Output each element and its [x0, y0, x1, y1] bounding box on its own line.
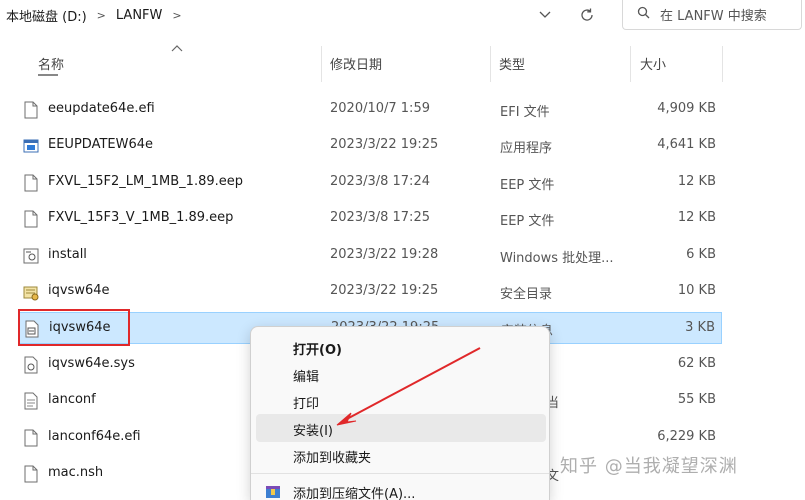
- file-type: 应用程序: [500, 141, 553, 156]
- file-name: FXVL_15F2_LM_1MB_1.89.eep: [48, 174, 243, 189]
- file-size: 4,641 KB: [657, 137, 716, 152]
- file-name: eeupdate64e.efi: [48, 101, 155, 116]
- column-header-bar: 名称 修改日期 类型 大小: [0, 42, 805, 84]
- menu-item-add-to-archive[interactable]: 添加到压缩文件(A)...: [256, 477, 546, 500]
- file-type: EFI 文件: [500, 105, 550, 120]
- file-size: 55 KB: [677, 392, 716, 407]
- menu-item-open[interactable]: 打开(O): [256, 333, 546, 361]
- file-date: 2023/3/8 17:25: [330, 210, 430, 225]
- file-date: 2023/3/22 19:25: [330, 137, 439, 152]
- menu-item-label: 添加到收藏夹: [293, 451, 372, 466]
- file-name: lanconf64e.efi: [48, 429, 141, 444]
- file-type: 安全目录: [500, 287, 553, 302]
- file-size: 3 KB: [685, 320, 715, 335]
- file-size: 10 KB: [677, 283, 716, 298]
- file-date: 2023/3/22 19:25: [330, 283, 439, 298]
- file-size: 6 KB: [686, 247, 716, 262]
- search-placeholder: 在 LANFW 中搜索: [660, 9, 767, 24]
- file-date: 2023/3/22 19:28: [330, 247, 439, 262]
- file-size: 12 KB: [677, 210, 716, 225]
- column-header-size[interactable]: 大小: [640, 54, 666, 73]
- file-row[interactable]: FXVL_15F3_V_1MB_1.89.eep 2023/3/8 17:25 …: [18, 203, 722, 235]
- column-divider[interactable]: [630, 46, 631, 82]
- chevron-right-icon[interactable]: >: [172, 9, 181, 22]
- column-divider[interactable]: [722, 46, 723, 82]
- column-divider[interactable]: [321, 46, 322, 82]
- catalog-icon: [23, 283, 39, 301]
- menu-item-label: 打开(O): [293, 343, 342, 358]
- file-date: 2023/3/8 17:24: [330, 174, 430, 189]
- column-divider[interactable]: [490, 46, 491, 82]
- file-icon: [23, 101, 39, 119]
- file-size: 4,909 KB: [657, 101, 716, 116]
- file-name: mac.nsh: [48, 465, 104, 480]
- file-icon: [23, 210, 39, 228]
- annotation-highlight-box: [18, 309, 130, 346]
- column-header-type[interactable]: 类型: [499, 54, 525, 73]
- menu-item-label: 编辑: [293, 370, 320, 385]
- column-header-date[interactable]: 修改日期: [330, 54, 382, 73]
- menu-item-label: 添加到压缩文件(A)...: [293, 487, 416, 500]
- menu-item-print[interactable]: 打印: [256, 387, 546, 415]
- menu-item-add-to-favorites[interactable]: 添加到收藏夹: [256, 441, 546, 469]
- search-input[interactable]: 在 LANFW 中搜索: [622, 0, 802, 30]
- menu-separator: [251, 473, 549, 474]
- menu-item-edit[interactable]: 编辑: [256, 360, 546, 388]
- breadcrumb-drive[interactable]: 本地磁盘 (D:): [6, 6, 87, 25]
- search-icon: [637, 6, 650, 23]
- file-type: EEP 文件: [500, 214, 555, 229]
- file-name: install: [48, 247, 87, 262]
- chevron-down-icon[interactable]: [530, 0, 560, 30]
- file-row[interactable]: EEUPDATEW64e 2023/3/22 19:25 应用程序 4,641 …: [18, 130, 722, 162]
- archive-icon: [265, 483, 281, 499]
- file-icon: [23, 429, 39, 447]
- file-row[interactable]: install 2023/3/22 19:28 Windows 批处理... 6…: [18, 240, 722, 272]
- sort-ascending-icon[interactable]: [171, 42, 183, 55]
- context-menu: 打开(O) 编辑 打印 安装(I) 添加到收藏夹 添加到压缩文件(A)...: [250, 326, 550, 500]
- file-type: EEP 文件: [500, 178, 555, 193]
- chevron-right-icon[interactable]: >: [97, 9, 106, 22]
- exe-icon: [23, 137, 39, 155]
- file-name: iqvsw64e: [48, 283, 110, 298]
- file-name: lanconf: [48, 392, 96, 407]
- file-size: 62 KB: [677, 356, 716, 371]
- text-icon: [23, 392, 39, 410]
- watermark: 知乎 @当我凝望深渊: [560, 456, 738, 477]
- file-name: iqvsw64e.sys: [48, 356, 135, 371]
- file-date: 2020/10/7 1:59: [330, 101, 430, 116]
- file-size: 12 KB: [677, 174, 716, 189]
- file-icon: [23, 465, 39, 483]
- file-icon: [23, 174, 39, 192]
- sys-icon: [23, 356, 39, 374]
- batch-icon: [23, 247, 39, 265]
- refresh-icon[interactable]: [572, 0, 602, 30]
- file-name: FXVL_15F3_V_1MB_1.89.eep: [48, 210, 234, 225]
- file-size: 6,229 KB: [657, 429, 716, 444]
- file-type: Windows 批处理...: [500, 251, 614, 266]
- breadcrumb-folder[interactable]: LANFW: [116, 8, 163, 23]
- address-bar[interactable]: 本地磁盘 (D:) > LANFW >: [0, 0, 530, 30]
- file-row[interactable]: iqvsw64e 2023/3/22 19:25 安全目录 10 KB: [18, 276, 722, 308]
- menu-item-label: 打印: [293, 397, 320, 412]
- menu-item-label: 安装(I): [293, 424, 333, 439]
- partial-row-above: [38, 70, 58, 76]
- file-name: EEUPDATEW64e: [48, 137, 153, 152]
- file-row[interactable]: eeupdate64e.efi 2020/10/7 1:59 EFI 文件 4,…: [18, 94, 722, 126]
- menu-item-install[interactable]: 安装(I): [256, 414, 546, 442]
- file-row[interactable]: FXVL_15F2_LM_1MB_1.89.eep 2023/3/8 17:24…: [18, 167, 722, 199]
